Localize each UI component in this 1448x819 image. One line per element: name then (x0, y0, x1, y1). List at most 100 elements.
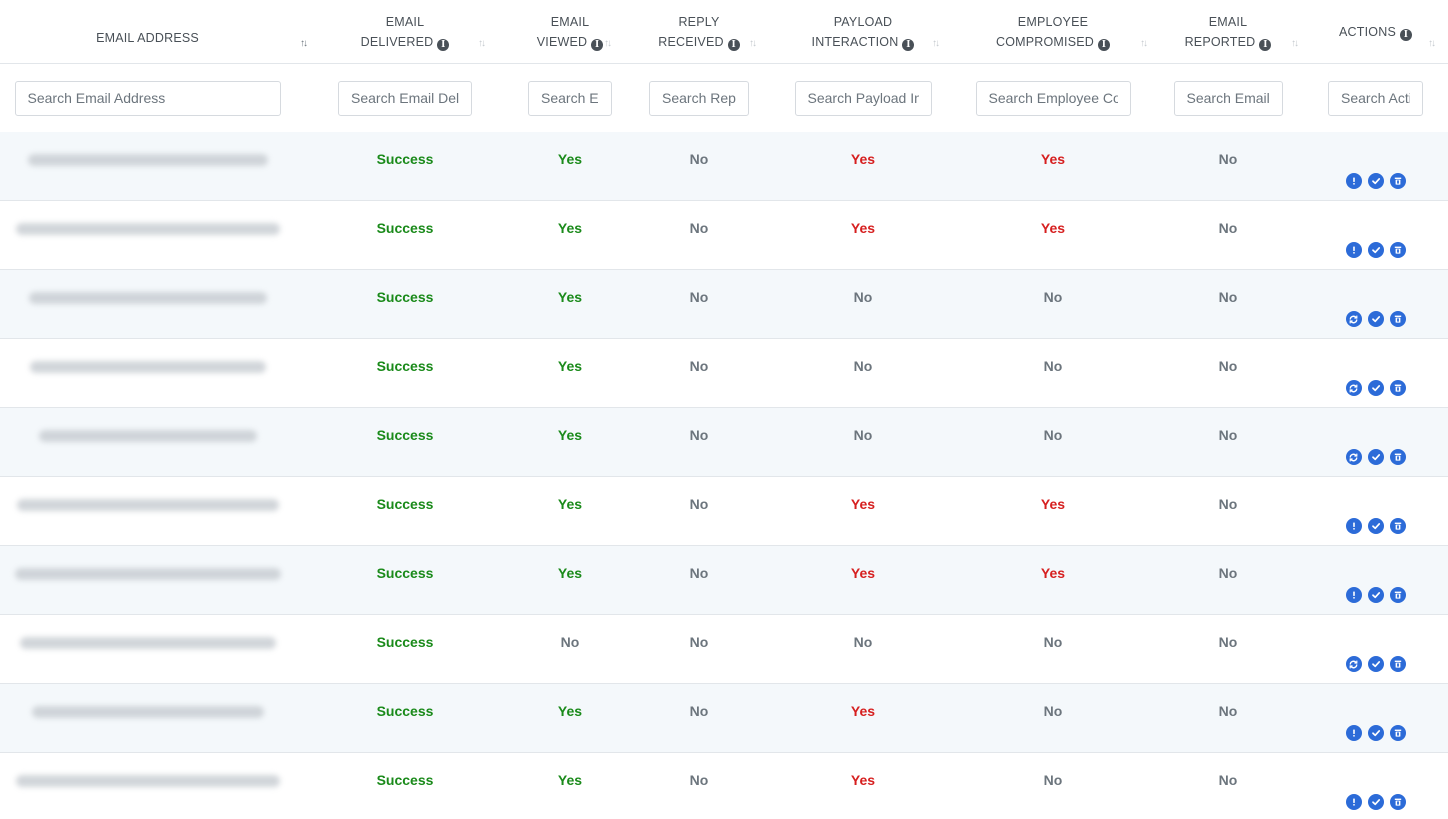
trash-icon[interactable] (1389, 587, 1406, 603)
column-header-email-viewed[interactable]: EMAIL VIEWED i ↑↓ (515, 0, 625, 63)
trash-icon[interactable] (1389, 242, 1406, 258)
sort-icon[interactable]: ↑↓ (604, 34, 612, 54)
alert-icon[interactable] (1345, 725, 1362, 741)
search-input-email-delivered[interactable] (338, 80, 472, 116)
reply-received-cell-value: No (689, 220, 709, 236)
refresh-icon[interactable] (1345, 449, 1362, 465)
table-row[interactable]: Success No No No No No (0, 615, 1448, 684)
info-icon[interactable]: i (727, 38, 740, 51)
search-input-email-viewed[interactable] (528, 80, 612, 116)
email-address-cell (0, 546, 295, 614)
column-header-payload-interaction[interactable]: PAYLOAD INTERACTION i ↑↓ (773, 0, 953, 63)
table-row[interactable]: Success Yes No Yes Yes No (0, 546, 1448, 615)
email-viewed-cell: Yes (515, 132, 625, 200)
email-address-cell (0, 684, 295, 752)
trash-icon[interactable] (1389, 518, 1406, 534)
email-address-cell (0, 615, 295, 683)
search-input-reply-received[interactable] (649, 80, 749, 116)
table-row[interactable]: Success Yes No Yes No No (0, 684, 1448, 753)
email-viewed-cell: Yes (515, 684, 625, 752)
filter-cell-email-reported (1153, 64, 1303, 132)
search-input-email-reported[interactable] (1173, 80, 1283, 116)
redacted-email (28, 292, 267, 304)
info-icon[interactable]: i (1399, 28, 1412, 41)
search-input-payload-interaction[interactable] (794, 80, 932, 116)
filter-row (0, 64, 1448, 132)
trash-icon[interactable] (1389, 449, 1406, 465)
table-header: EMAIL ADDRESS ↑↓ EMAIL DELIVERED i ↑↓ EMAIL VIE… (0, 0, 1448, 64)
table-row[interactable]: Success Yes No No No No (0, 408, 1448, 477)
sort-icon[interactable]: ↑↓ (932, 34, 940, 54)
alert-icon[interactable] (1345, 173, 1362, 189)
trash-icon[interactable] (1389, 173, 1406, 189)
sort-icon[interactable]: ↑↓ (1428, 34, 1436, 54)
check-icon[interactable] (1367, 449, 1384, 465)
email-viewed-cell: Yes (515, 201, 625, 269)
payload-interaction-cell: No (773, 339, 953, 407)
sort-icon[interactable]: ↑↓ (749, 34, 757, 54)
trash-icon[interactable] (1389, 656, 1406, 672)
refresh-icon[interactable] (1345, 380, 1362, 396)
alert-icon[interactable] (1345, 794, 1362, 810)
search-input-employee-compromised[interactable] (975, 80, 1131, 116)
info-icon[interactable]: i (902, 38, 915, 51)
email-address-cell (0, 477, 295, 545)
column-header-email-delivered[interactable]: EMAIL DELIVERED i ↑↓ (295, 0, 515, 63)
trash-icon[interactable] (1389, 380, 1406, 396)
email-viewed-cell: Yes (515, 408, 625, 476)
employee-compromised-cell-value: No (1043, 289, 1063, 305)
table-row[interactable]: Success Yes No Yes Yes No (0, 477, 1448, 546)
check-icon[interactable] (1367, 656, 1384, 672)
trash-icon[interactable] (1389, 311, 1406, 327)
email-viewed-cell: Yes (515, 753, 625, 819)
column-title-line1: PAYLOAD (833, 14, 893, 29)
column-header-employee-compromised[interactable]: EMPLOYEE COMPROMISED i ↑↓ (953, 0, 1153, 63)
check-icon[interactable] (1367, 173, 1384, 189)
employee-compromised-cell: No (953, 615, 1153, 683)
redacted-email (38, 430, 257, 442)
alert-icon[interactable] (1345, 242, 1362, 258)
email-reported-cell-value: No (1218, 289, 1238, 305)
search-input-email-address[interactable] (14, 80, 281, 116)
alert-icon[interactable] (1345, 587, 1362, 603)
refresh-icon[interactable] (1345, 311, 1362, 327)
column-title-line1: EMAIL (385, 14, 425, 29)
check-icon[interactable] (1367, 794, 1384, 810)
info-icon[interactable]: i (591, 38, 604, 51)
column-header-email-address[interactable]: EMAIL ADDRESS ↑↓ (0, 0, 308, 63)
info-icon[interactable]: i (437, 38, 450, 51)
check-icon[interactable] (1367, 725, 1384, 741)
alert-icon[interactable] (1345, 518, 1362, 534)
check-icon[interactable] (1367, 311, 1384, 327)
check-icon[interactable] (1367, 380, 1384, 396)
column-header-reply-received[interactable]: REPLY RECEIVED i ↑↓ (625, 0, 773, 63)
reply-received-cell: No (625, 132, 773, 200)
table-row[interactable]: Success Yes No Yes No No (0, 753, 1448, 819)
trash-icon[interactable] (1389, 794, 1406, 810)
column-header-email-reported[interactable]: EMAIL REPORTED i ↑↓ (1153, 0, 1303, 63)
search-input-actions[interactable] (1328, 80, 1423, 116)
employee-compromised-cell: No (953, 339, 1153, 407)
email-delivered-cell-value: Success (376, 772, 434, 788)
info-icon[interactable]: i (1259, 38, 1272, 51)
table-row[interactable]: Success Yes No Yes Yes No (0, 132, 1448, 201)
email-reported-cell-value: No (1218, 634, 1238, 650)
info-icon[interactable]: i (1098, 38, 1111, 51)
table-row[interactable]: Success Yes No No No No (0, 339, 1448, 408)
trash-icon[interactable] (1389, 725, 1406, 741)
actions-cell (1303, 753, 1448, 819)
check-icon[interactable] (1367, 587, 1384, 603)
reply-received-cell: No (625, 201, 773, 269)
sort-icon[interactable]: ↑↓ (1140, 34, 1148, 54)
email-delivered-cell-value: Success (376, 358, 434, 374)
sort-icon[interactable]: ↑↓ (478, 34, 486, 54)
sort-icon[interactable]: ↑↓ (1291, 34, 1299, 54)
payload-interaction-cell-value: No (853, 427, 873, 443)
check-icon[interactable] (1367, 242, 1384, 258)
table-row[interactable]: Success Yes No Yes Yes No (0, 201, 1448, 270)
email-reported-cell-value: No (1218, 496, 1238, 512)
table-row[interactable]: Success Yes No No No No (0, 270, 1448, 339)
check-icon[interactable] (1367, 518, 1384, 534)
refresh-icon[interactable] (1345, 656, 1362, 672)
column-header-actions[interactable]: ACTIONS i ↑↓ (1303, 0, 1448, 63)
